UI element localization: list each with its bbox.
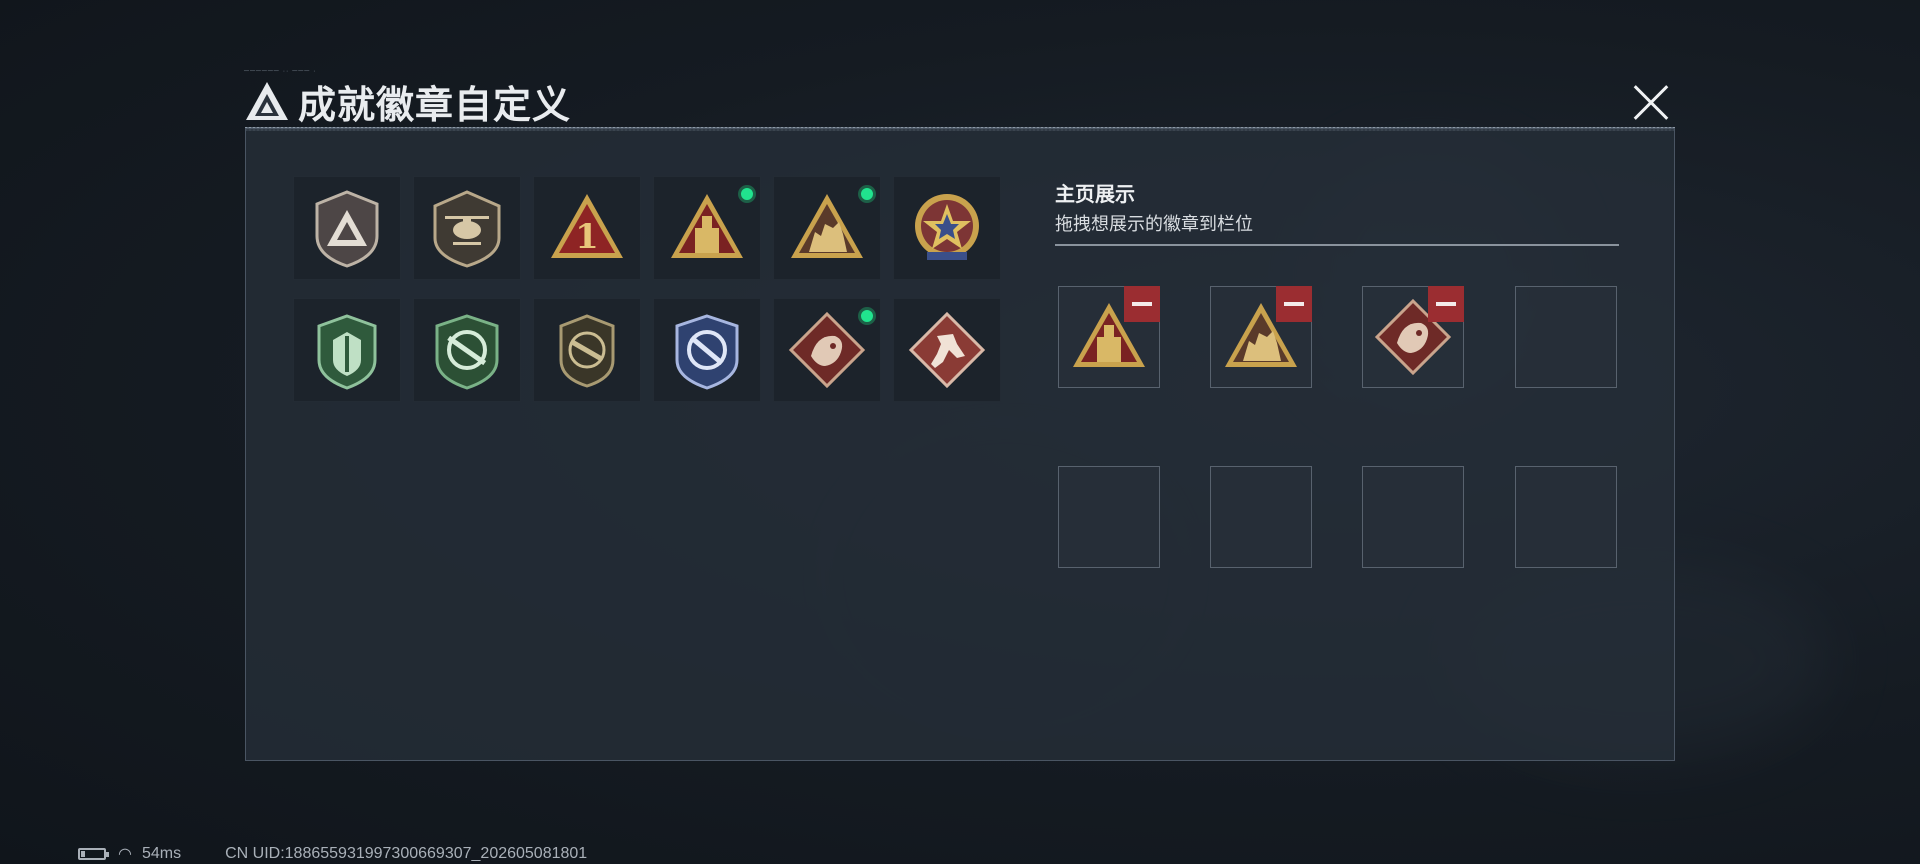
badge-tile[interactable] — [893, 298, 1001, 402]
display-slot-empty[interactable] — [1210, 466, 1312, 568]
divider — [1055, 244, 1619, 246]
display-slot[interactable] — [1210, 286, 1312, 388]
display-slot[interactable] — [1362, 286, 1464, 388]
badge-tile[interactable] — [773, 298, 881, 402]
badge-tile[interactable]: 1 — [533, 176, 641, 280]
remove-badge-button[interactable] — [1276, 286, 1312, 322]
minus-icon — [1436, 302, 1456, 306]
uid-text: CN UID:188655931997300669307_20260508180… — [225, 845, 588, 862]
badge-tile[interactable] — [413, 298, 521, 402]
page-title: 成就徽章自定义 — [298, 84, 572, 127]
display-slot[interactable] — [1058, 286, 1160, 388]
badge-tile[interactable] — [653, 176, 761, 280]
display-slot-empty[interactable] — [1515, 286, 1617, 388]
badge-tile[interactable] — [773, 176, 881, 280]
close-button[interactable] — [1630, 82, 1672, 124]
display-section-title: 主页展示 — [1055, 184, 1135, 206]
blue-crosshair-knife-badge-icon — [675, 314, 739, 390]
svg-text:1: 1 — [575, 217, 599, 257]
star-medal-badge-icon — [915, 194, 979, 260]
gold-tower-triangle-badge-icon — [671, 194, 743, 258]
dragon-diamond-badge-icon — [788, 311, 866, 389]
minus-icon — [1284, 302, 1304, 306]
bronze-rifle-shield-badge-icon — [559, 314, 615, 388]
display-slot-empty[interactable] — [1515, 466, 1617, 568]
badge-tile[interactable] — [293, 176, 401, 280]
badge-tile[interactable] — [653, 298, 761, 402]
badge-tile[interactable] — [413, 176, 521, 280]
badge-tile[interactable] — [893, 176, 1001, 280]
remove-badge-button[interactable] — [1428, 286, 1464, 322]
minus-icon — [1132, 302, 1152, 306]
status-bar: ◠ 54ms CN UID:188655931997300669307_2026… — [78, 844, 587, 864]
remove-badge-button[interactable] — [1124, 286, 1160, 322]
badge-tile[interactable] — [293, 298, 401, 402]
selected-indicator — [858, 307, 876, 325]
selected-indicator — [858, 185, 876, 203]
helicopter-shield-badge-icon — [433, 190, 501, 268]
wifi-icon: ◠ — [118, 846, 132, 863]
display-section-subtitle: 拖拽想展示的徽章到栏位 — [1055, 214, 1253, 234]
silver-triangle-shield-badge-icon — [315, 190, 379, 268]
display-slot-empty[interactable] — [1058, 466, 1160, 568]
ping-value: 54ms — [141, 845, 182, 862]
green-wings-shield-badge-icon — [317, 314, 377, 390]
battery-icon — [78, 848, 109, 860]
number-one-triangle-badge-icon: 1 — [551, 194, 623, 258]
game-logo-icon — [246, 82, 288, 120]
badge-tile[interactable] — [533, 298, 641, 402]
display-slot-empty[interactable] — [1362, 466, 1464, 568]
page-header: 成就徽章自定义 — [244, 74, 571, 128]
selected-indicator — [738, 185, 756, 203]
runner-diamond-badge-icon — [908, 311, 986, 389]
soldiers-triangle-badge-icon — [791, 194, 863, 258]
green-crosshair-rifle-badge-icon — [435, 314, 499, 390]
